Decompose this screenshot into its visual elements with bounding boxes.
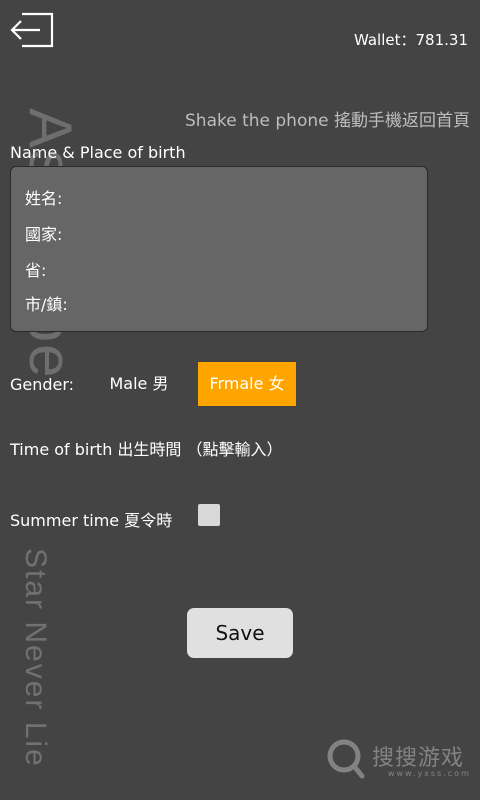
wallet-label: Wallet： [353,31,416,49]
save-button[interactable]: Save [187,608,293,658]
birth-time-input[interactable]: Time of birth 出生時間 （點擊輸入） [10,436,283,460]
summer-time-checkbox[interactable] [198,504,220,526]
city-field-label: 市/鎮: [25,295,68,314]
country-field[interactable]: 國家: [25,221,405,245]
city-field[interactable]: 市/鎮: [25,291,405,315]
name-field[interactable]: 姓名: [25,185,405,209]
gender-female-button[interactable]: Frmale 女 [198,362,296,406]
magnifier-logo-icon [327,739,365,779]
shake-hint: Shake the phone 搖動手機返回首頁 [185,111,470,131]
birth-info-form: 姓名: 國家: 省: 市/鎮: [10,166,428,332]
app-watermark-tagline: Star Never Lie [19,548,52,768]
province-field[interactable]: 省: [25,257,405,281]
name-field-label: 姓名: [25,189,63,208]
brand-domain: www.yxss.com [388,769,471,778]
brand-watermark: 搜搜游戏 www.yxss.com [326,736,476,784]
back-button[interactable] [8,10,58,50]
province-field-label: 省: [25,261,47,280]
section-label-name-place: Name & Place of birth [10,143,186,162]
gender-label: Gender: [10,375,75,394]
summer-time-label: Summer time 夏令時 [10,511,173,530]
wallet-value: 781.31 [415,31,469,49]
exit-icon [10,12,54,48]
gender-male-button[interactable]: Male 男 [96,362,182,406]
wallet-display: Wallet：781.31 [354,29,468,50]
brand-name: 搜搜游戏 [372,746,465,771]
country-field-label: 國家: [25,225,63,244]
